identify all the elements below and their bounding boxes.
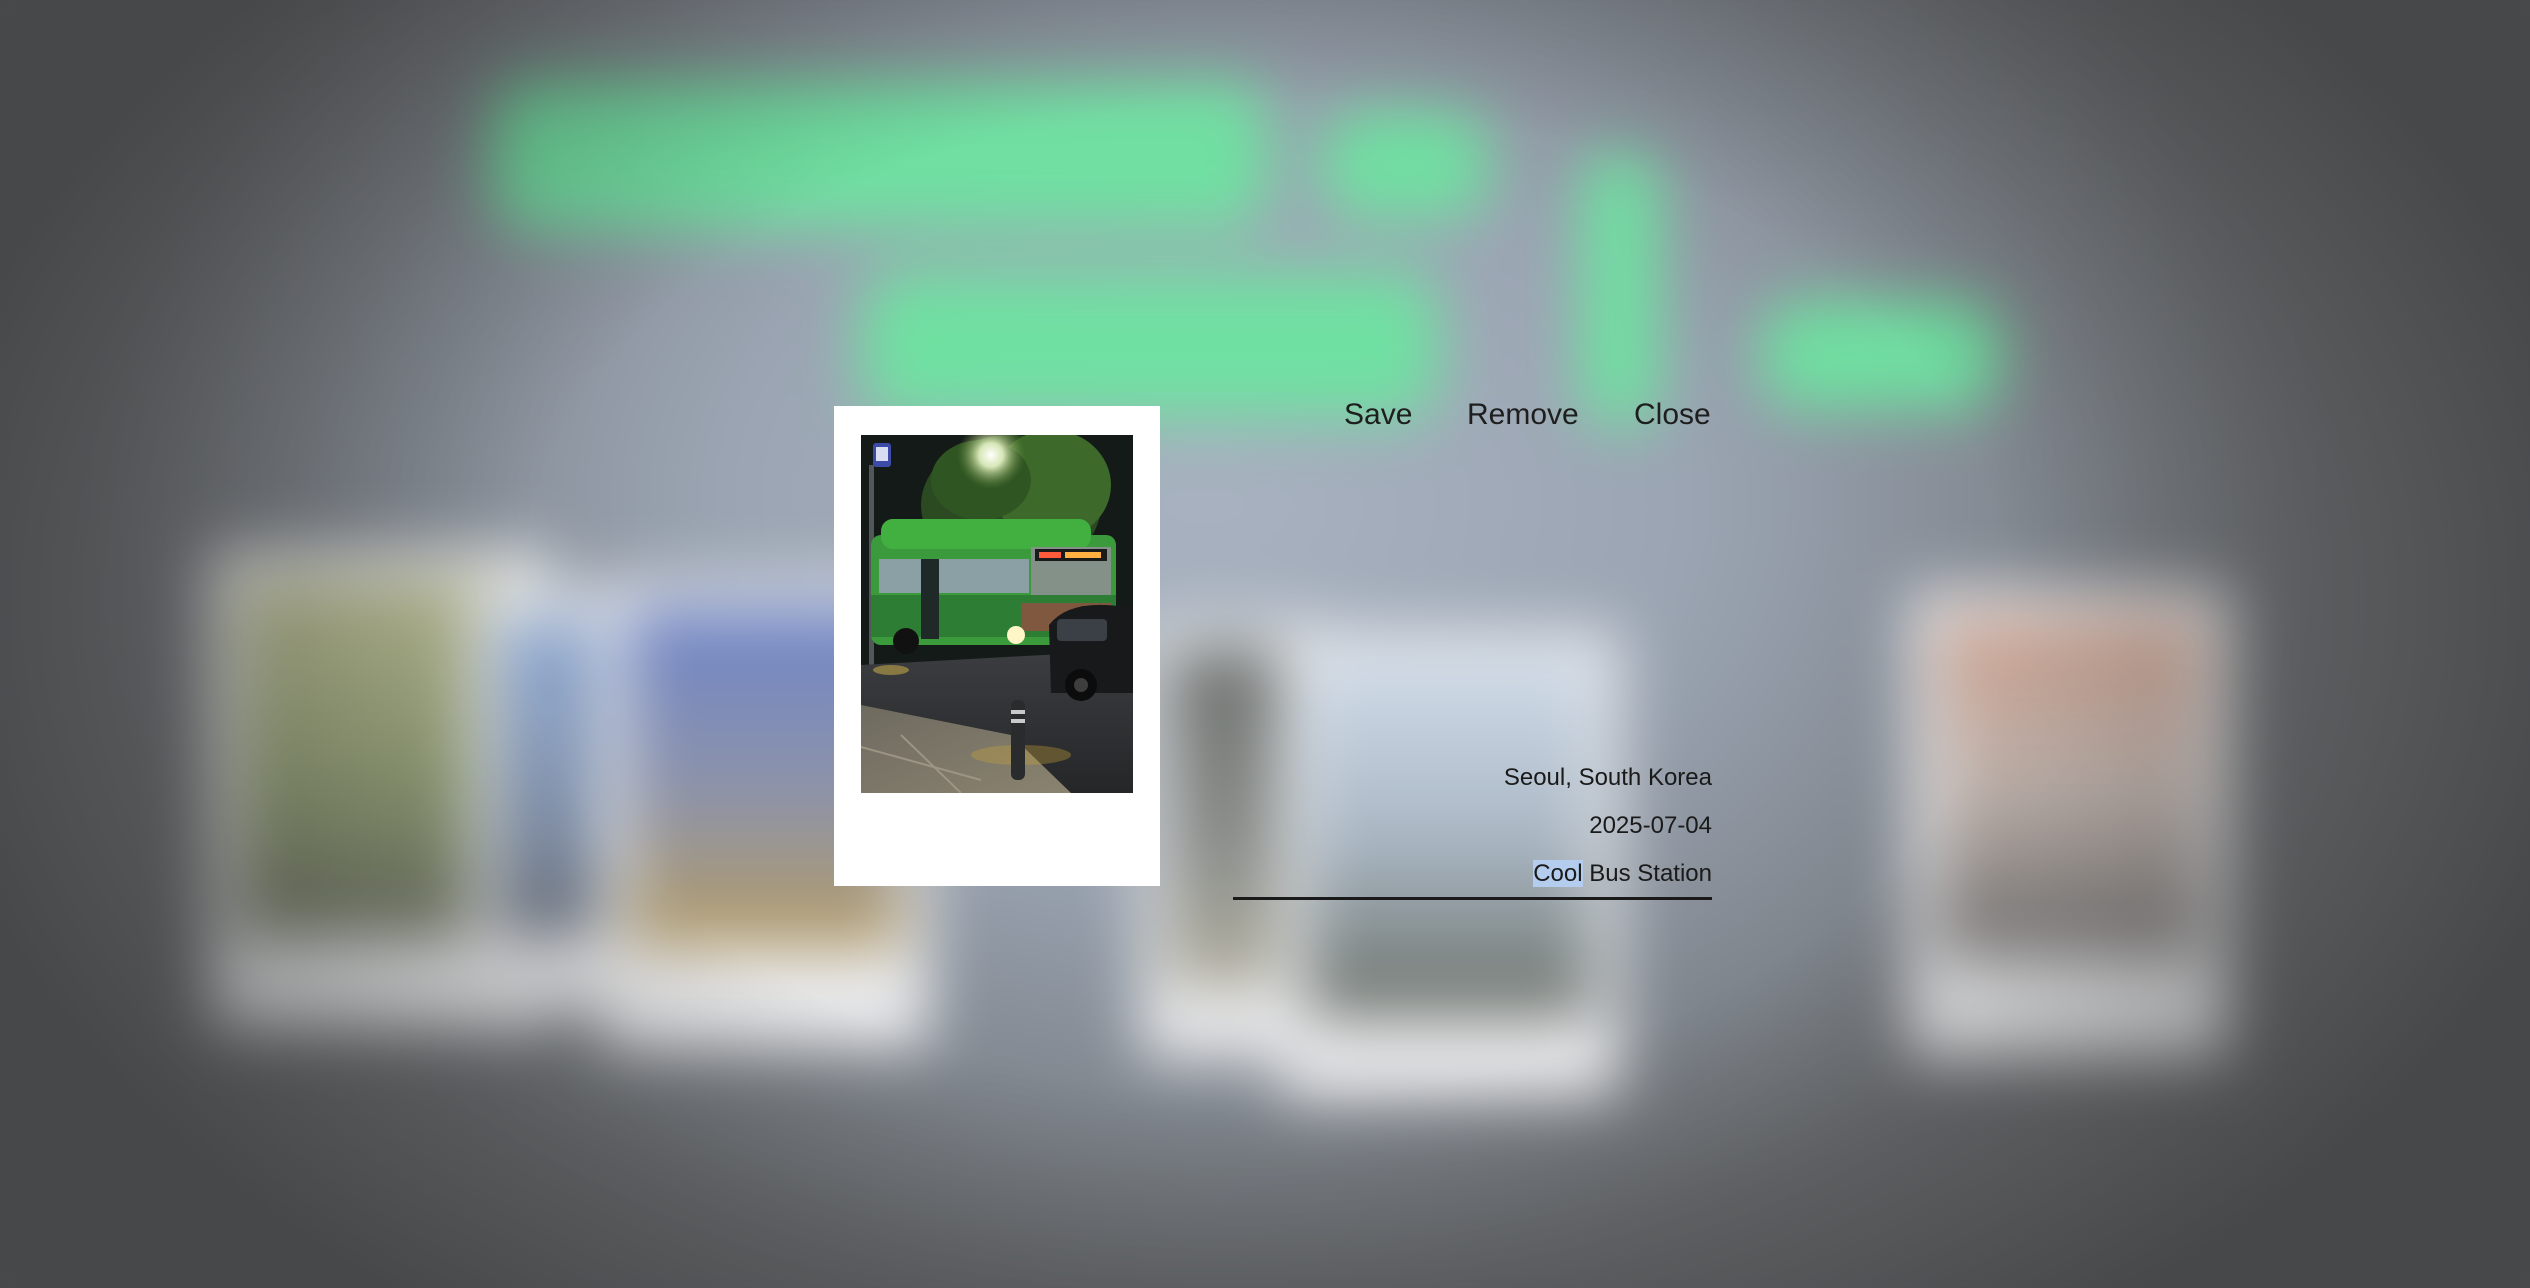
remove-button[interactable]: Remove xyxy=(1467,400,1579,430)
close-button[interactable]: Close xyxy=(1634,400,1711,430)
bus-photo xyxy=(861,435,1133,793)
caption-selected-text: Cool xyxy=(1533,860,1583,887)
save-button[interactable]: Save xyxy=(1344,400,1412,430)
location-label[interactable]: Seoul, South Korea xyxy=(1504,766,1712,790)
caption-text: Bus Station xyxy=(1582,860,1712,887)
polaroid-card xyxy=(834,406,1160,886)
bus-photo-illustration xyxy=(861,435,1133,793)
date-label[interactable]: 2025-07-04 xyxy=(1589,814,1712,838)
caption-input[interactable]: Cool Bus Station xyxy=(1233,852,1712,900)
background-vignette xyxy=(0,0,2530,1288)
